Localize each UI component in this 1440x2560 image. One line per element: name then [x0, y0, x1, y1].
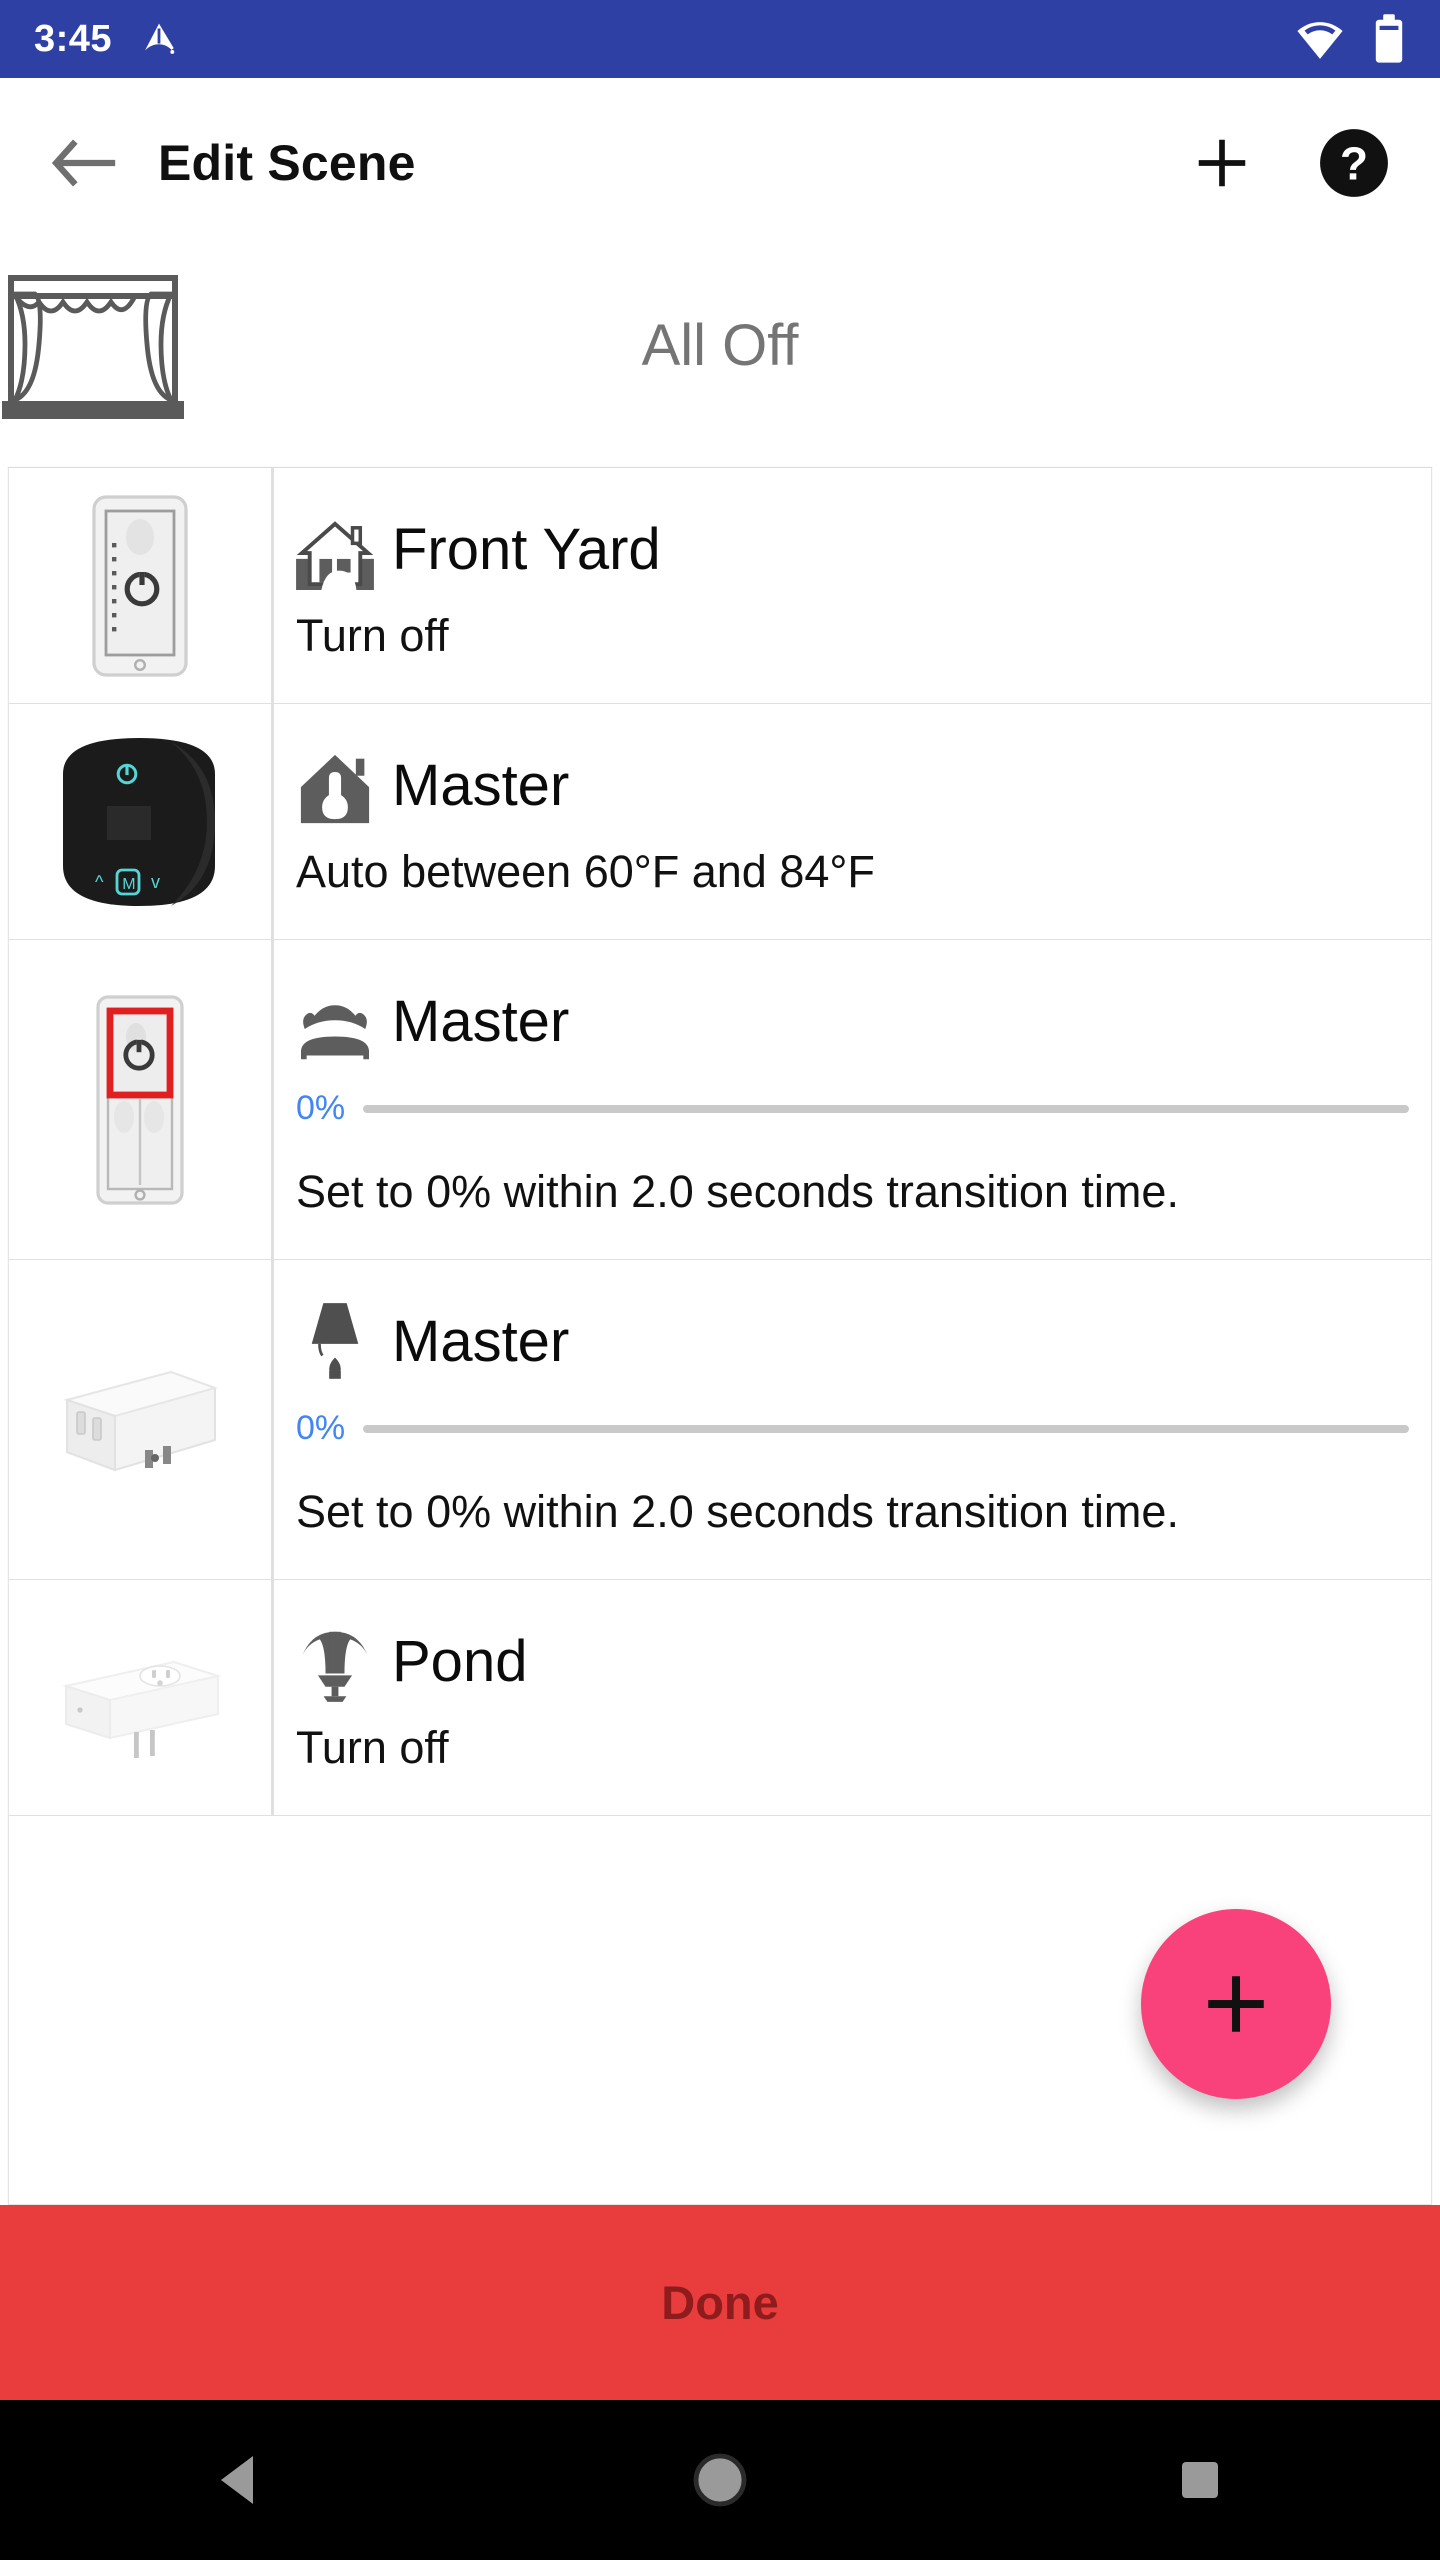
- row-title: Master: [392, 1308, 570, 1374]
- app-notification-icon: [145, 23, 175, 54]
- status-bar-system-icons: [1294, 13, 1406, 65]
- add-device-fab[interactable]: [1141, 1909, 1331, 2099]
- wifi-icon: [1297, 22, 1343, 59]
- android-nav-bar: [0, 2400, 1440, 2560]
- nav-recents-button[interactable]: [1125, 2400, 1275, 2560]
- scene-actions-list: Front Yard Turn off ^ M v Master Auto be…: [8, 467, 1432, 2205]
- device-thumbnail: [9, 1580, 271, 1815]
- row-subtitle: Set to 0% within 2.0 seconds transition …: [296, 1166, 1179, 1218]
- slider-track[interactable]: [363, 1104, 1409, 1113]
- app-screen: 3:45 Edit Scene ? All Off Front Yard Tur…: [0, 0, 1440, 2560]
- row-title-line: Pond: [296, 1622, 1431, 1704]
- row-title: Master: [392, 988, 570, 1054]
- level-slider[interactable]: 0%: [296, 1089, 1431, 1128]
- done-button[interactable]: Done: [0, 2205, 1440, 2400]
- level-slider[interactable]: 0%: [296, 1409, 1431, 1448]
- row-content: Master 0% Set to 0% within 2.0 seconds t…: [271, 1260, 1431, 1579]
- house-thermostat-icon: [296, 746, 374, 828]
- thermostat-device: ^ M v: [63, 737, 215, 906]
- table-lamp-icon: [296, 1301, 374, 1383]
- svg-text:?: ?: [1340, 138, 1368, 190]
- row-title: Front Yard: [392, 517, 661, 583]
- row-content: Front Yard Turn off: [271, 468, 1431, 703]
- row-subtitle: Turn off: [296, 609, 449, 661]
- help-action-button[interactable]: ?: [1308, 117, 1400, 209]
- plus-icon: [1198, 139, 1246, 187]
- row-title: Pond: [392, 1629, 528, 1695]
- wall-dimmer-switch: [92, 494, 188, 677]
- table-row[interactable]: Pond Turn off: [9, 1580, 1431, 1816]
- device-thumbnail: [9, 468, 271, 703]
- scene-actions-list-inner: Front Yard Turn off ^ M v Master Auto be…: [9, 468, 1431, 1816]
- status-bar-clock: 3:45: [34, 17, 113, 60]
- row-subtitle: Turn off: [296, 1721, 449, 1773]
- status-bar: 3:45: [0, 0, 1440, 78]
- svg-text:M: M: [122, 876, 135, 893]
- slider-track[interactable]: [363, 1424, 1409, 1433]
- row-subtitle: Auto between 60°F and 84°F: [296, 845, 875, 897]
- nav-recents-square-icon: [1182, 2462, 1218, 2498]
- slider-percent-label: 0%: [296, 1089, 346, 1128]
- row-content: Master Auto between 60°F and 84°F: [271, 704, 1431, 939]
- slider-percent-label: 0%: [296, 1409, 346, 1448]
- wall-switch-highlighted: [96, 994, 184, 1205]
- row-subtitle: Set to 0% within 2.0 seconds transition …: [296, 1486, 1179, 1538]
- back-arrow-icon: [51, 139, 116, 187]
- svg-text:v: v: [151, 872, 160, 892]
- bed-icon: [296, 981, 374, 1063]
- scene-name[interactable]: All Off: [0, 312, 1440, 379]
- nav-home-circle-icon: [693, 2453, 747, 2507]
- battery-icon: [1375, 14, 1403, 63]
- plus-icon: [1208, 1976, 1264, 2032]
- outdoor-plug-module: [62, 1660, 222, 1758]
- status-bar-notification-icons: [138, 18, 180, 60]
- house-front-yard-icon: [296, 510, 374, 592]
- fountain-icon: [296, 1622, 374, 1704]
- device-thumbnail: ^ M v: [9, 704, 271, 939]
- device-thumbnail: [9, 1260, 271, 1579]
- nav-home-button[interactable]: [645, 2400, 795, 2560]
- nav-back-button[interactable]: [165, 2400, 315, 2560]
- svg-text:^: ^: [95, 872, 104, 892]
- row-title-line: Master: [296, 746, 1431, 828]
- scene-header: All Off: [0, 248, 1440, 443]
- help-circle-icon: ?: [1320, 129, 1388, 197]
- device-thumbnail: [9, 940, 271, 1259]
- table-row[interactable]: Front Yard Turn off: [9, 468, 1431, 704]
- row-title-line: Master: [296, 981, 1431, 1063]
- row-title-line: Front Yard: [296, 510, 1431, 592]
- add-action-button[interactable]: [1176, 117, 1268, 209]
- nav-back-triangle-icon: [221, 2456, 253, 2504]
- back-button[interactable]: [40, 117, 132, 209]
- done-button-label: Done: [661, 2276, 779, 2329]
- page-title: Edit Scene: [158, 135, 416, 191]
- table-row[interactable]: Master 0% Set to 0% within 2.0 seconds t…: [9, 940, 1431, 1260]
- row-content: Master 0% Set to 0% within 2.0 seconds t…: [271, 940, 1431, 1259]
- row-title-line: Master: [296, 1301, 1431, 1383]
- table-row[interactable]: Master 0% Set to 0% within 2.0 seconds t…: [9, 1260, 1431, 1580]
- row-title: Master: [392, 753, 570, 819]
- plug-in-lamp-module: [63, 1370, 219, 1471]
- app-bar: Edit Scene ?: [0, 78, 1440, 248]
- table-row[interactable]: ^ M v Master Auto between 60°F and 84°F: [9, 704, 1431, 940]
- row-content: Pond Turn off: [271, 1580, 1431, 1815]
